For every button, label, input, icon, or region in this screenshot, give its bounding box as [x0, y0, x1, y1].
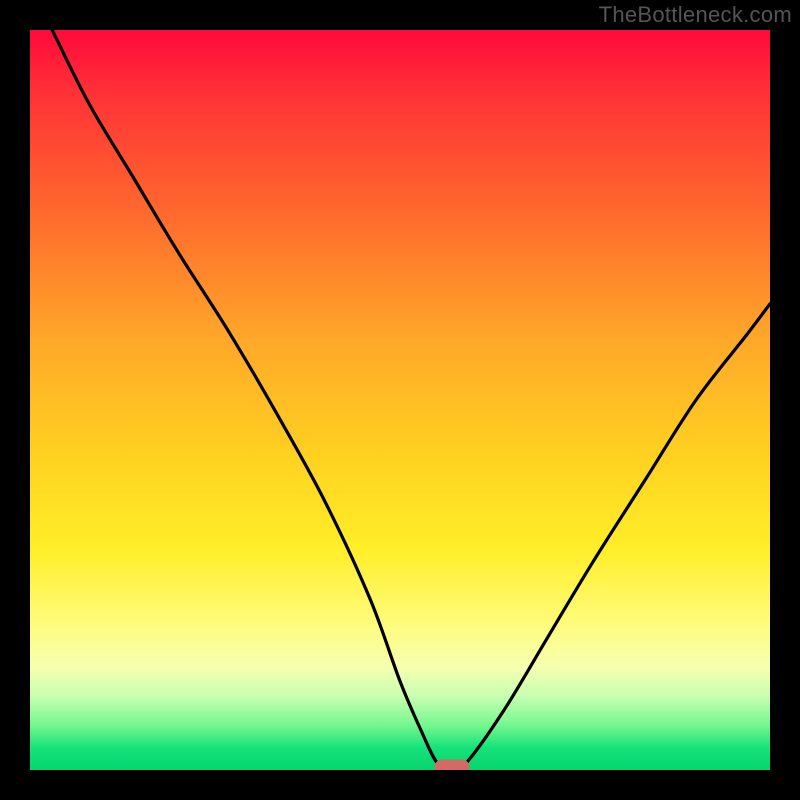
watermark-text: TheBottleneck.com — [599, 2, 792, 28]
chart-frame: TheBottleneck.com — [0, 0, 800, 800]
plot-area — [30, 30, 770, 770]
bottleneck-curve — [30, 30, 770, 770]
optimal-point-marker — [434, 760, 469, 771]
